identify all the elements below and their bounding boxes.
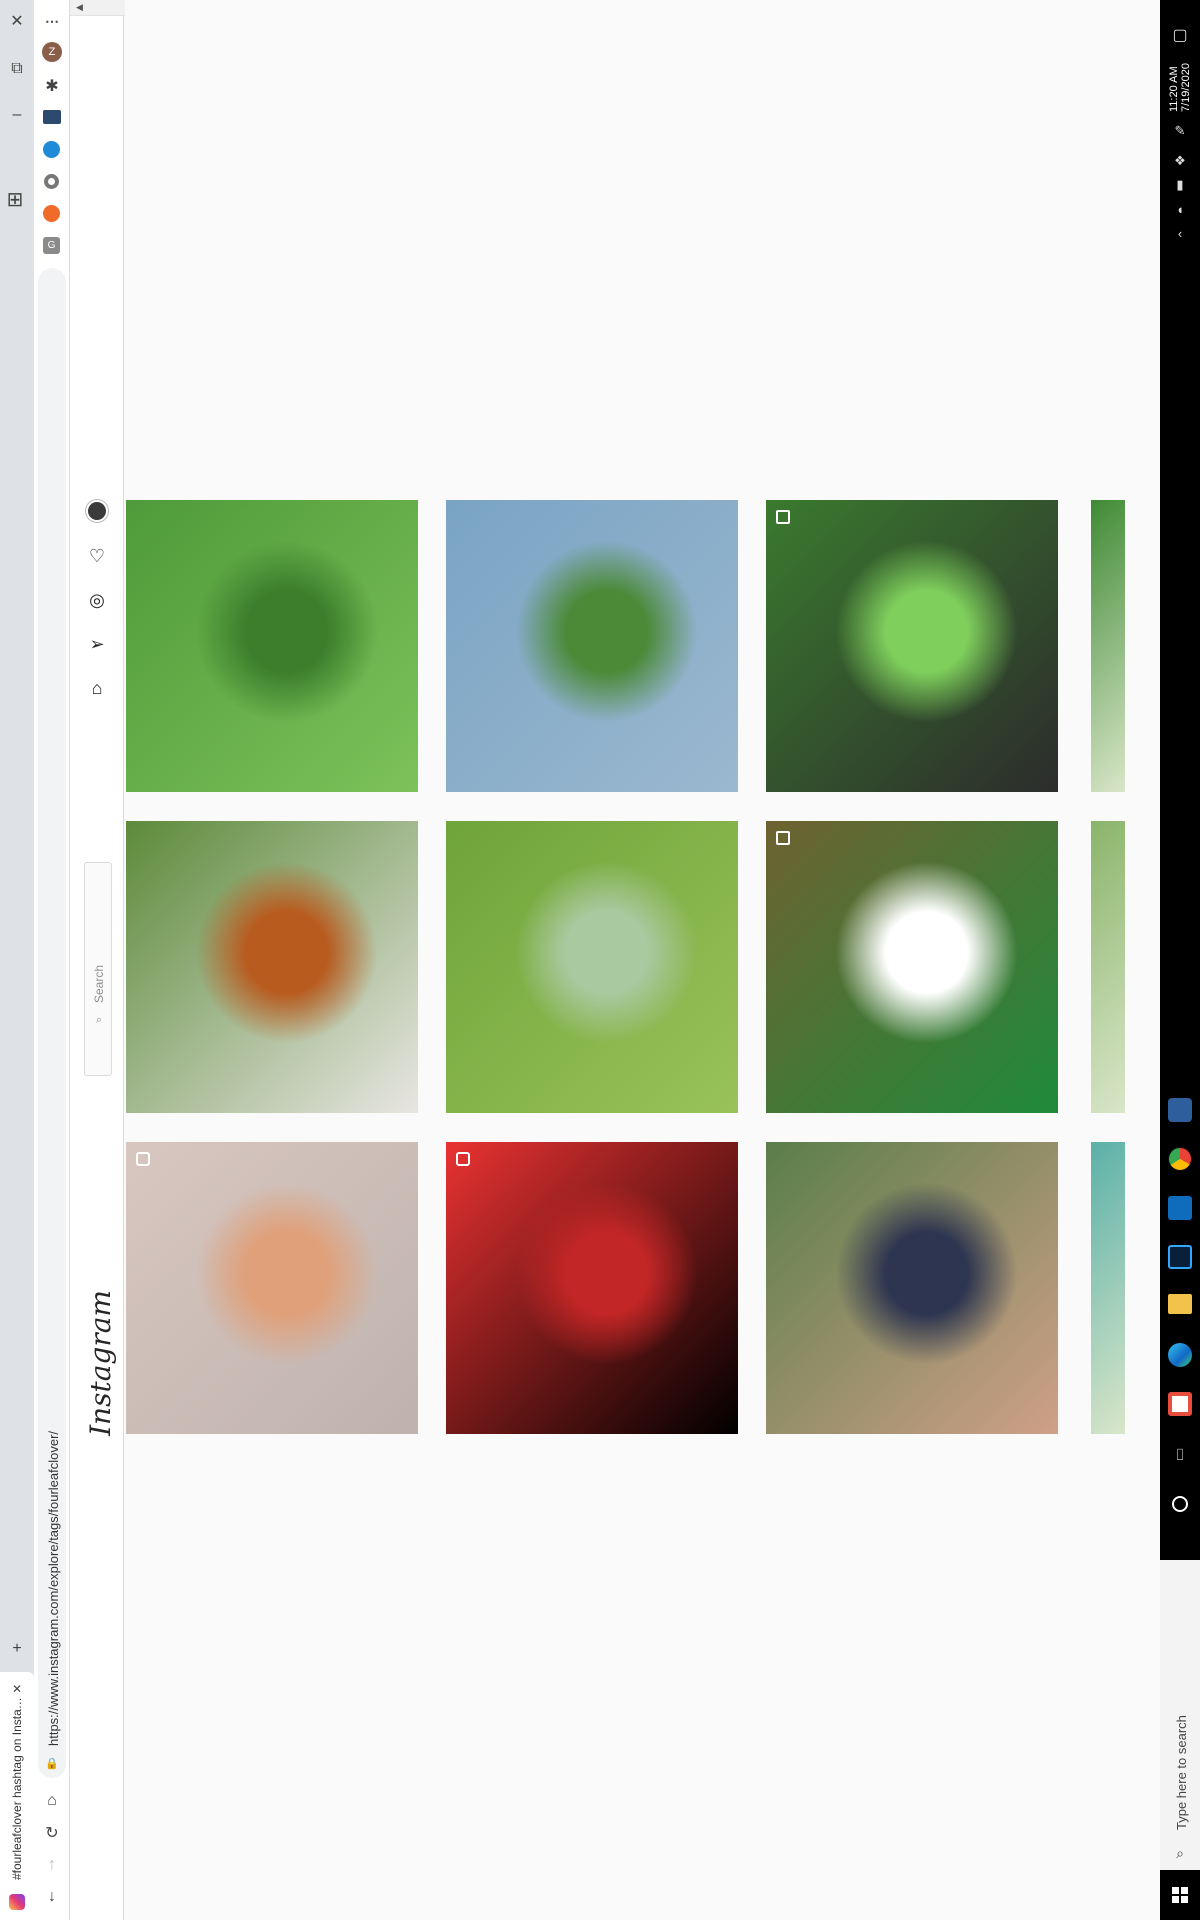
post-golf-clover[interactable] — [126, 821, 418, 1113]
extension-gray-circle-icon[interactable] — [44, 174, 59, 189]
hashtag-grid — [125, 0, 1160, 1920]
dropbox-icon[interactable]: ❖ — [1169, 150, 1191, 172]
taskbar-chrome-icon[interactable] — [1168, 1147, 1192, 1171]
clock-time[interactable]: 11:20 AM — [1168, 66, 1180, 112]
pen-icon[interactable]: ✎ — [1169, 120, 1191, 142]
new-tab-button[interactable]: + — [6, 1638, 28, 1660]
taskbar-photoshop-icon[interactable] — [1168, 1245, 1192, 1269]
taskbar-office-icon[interactable] — [1168, 1392, 1192, 1416]
start-button[interactable] — [1160, 1870, 1200, 1920]
instagram-favicon-icon — [9, 1894, 25, 1910]
close-window-icon[interactable]: ✕ — [6, 10, 28, 32]
volume-icon[interactable]: ◖ — [1169, 198, 1191, 220]
minimize-window-icon[interactable]: – — [6, 104, 28, 126]
video-badge-icon — [456, 1152, 470, 1166]
post-bracelets[interactable] — [126, 1142, 418, 1434]
post-clover-patch[interactable] — [766, 821, 1058, 1113]
extension-orange-icon[interactable] — [43, 205, 60, 222]
taskbar-search-icon: ⌕ — [1176, 1844, 1184, 1861]
post-grass-clover[interactable] — [446, 821, 738, 1113]
search-icon: ⌕ — [95, 1013, 103, 1026]
reload-icon[interactable]: ↻ — [41, 1822, 63, 1844]
post-partial[interactable] — [1091, 821, 1125, 1113]
search-placeholder: Search — [92, 964, 106, 1003]
extension-chart-icon[interactable] — [43, 110, 61, 124]
profile-avatar[interactable]: Z — [42, 42, 62, 62]
url-text: https://www.instagram.com/explore/tags/f… — [46, 1430, 61, 1746]
post-partial[interactable] — [1091, 500, 1125, 792]
restore-window-icon[interactable]: ⧉ — [6, 58, 28, 80]
extension-g-icon[interactable]: G — [43, 237, 60, 254]
battery-icon[interactable]: ▮ — [1169, 174, 1191, 196]
taskbar-edge-icon[interactable] — [1168, 1343, 1192, 1367]
extensions-puzzle-icon[interactable]: ✱ — [41, 75, 63, 97]
browser-toolbar: ⋯ Z ✱ G https://www.instagram.com/explor… — [34, 0, 70, 1920]
direct-message-icon[interactable]: ➢ — [86, 633, 108, 655]
clock-date[interactable]: 7/19/2020 — [1180, 63, 1192, 112]
taskbar-app-settings-icon[interactable] — [1168, 1098, 1192, 1122]
taskbar-outlook-icon[interactable] — [1168, 1196, 1192, 1220]
instagram-header: ♡ ◎ ➢ ⌂ Search ⌕ Instagram — [70, 0, 124, 1920]
post-boy-smiling[interactable] — [446, 500, 738, 792]
scroll-left-arrow[interactable]: ◀ — [76, 2, 83, 13]
post-dog-clover[interactable] — [766, 500, 1058, 792]
task-view-icon[interactable]: ⌷ — [1169, 1445, 1191, 1467]
notification-icon[interactable]: ▢ — [1169, 24, 1191, 46]
taskbar-search-placeholder: Type here to search — [1174, 1715, 1189, 1830]
taskbar-file-explorer-icon[interactable] — [1168, 1294, 1192, 1314]
video-badge-icon — [136, 1152, 150, 1166]
browser-tab-strip: ✕ ⧉ – ⊞ + ✕ #fourleafclover hashtag on I… — [0, 0, 34, 1920]
search-input[interactable]: Search ⌕ — [84, 862, 112, 1076]
nav-avatar[interactable] — [86, 500, 108, 522]
taskbar-search-box[interactable]: Type here to search ⌕ — [1160, 1560, 1200, 1870]
lock-icon: 🔒 — [45, 1757, 59, 1770]
instagram-logo[interactable]: Instagram — [84, 1290, 117, 1436]
windows-logo-icon — [1172, 1887, 1188, 1903]
post-clover-handful[interactable] — [126, 500, 418, 792]
tab-title: #fourleafclover hashtag on Insta… — [10, 1697, 24, 1880]
post-girl-clovers[interactable] — [766, 1142, 1058, 1434]
back-icon[interactable]: ↓ — [41, 1886, 63, 1908]
post-partial[interactable] — [1091, 1142, 1125, 1434]
address-bar[interactable]: https://www.instagram.com/explore/tags/f… — [38, 268, 66, 1778]
carousel-badge-icon — [776, 510, 790, 524]
forward-icon[interactable]: ↑ — [41, 1854, 63, 1876]
activity-heart-icon[interactable]: ♡ — [86, 545, 108, 567]
carousel-badge-icon — [776, 831, 790, 845]
tab-actions-icon[interactable]: ⊞ — [4, 188, 26, 211]
browser-menu-icon[interactable]: ⋯ — [41, 10, 63, 32]
windows-taskbar: ▢ 11:20 AM 7/19/2020 ✎ ❖ ▮ ◖ ‹ ⌷ Type he… — [1160, 0, 1200, 1920]
show-hidden-icons[interactable]: ‹ — [1169, 222, 1191, 244]
post-red-silhouette[interactable] — [446, 1142, 738, 1434]
extension-blue-icon[interactable] — [43, 141, 60, 158]
home-icon[interactable]: ⌂ — [41, 1790, 63, 1812]
cortana-icon[interactable] — [1172, 1496, 1188, 1512]
explore-compass-icon[interactable]: ◎ — [86, 589, 108, 611]
home-feed-icon[interactable]: ⌂ — [86, 677, 108, 699]
active-tab[interactable]: ✕ #fourleafclover hashtag on Insta… — [0, 1672, 34, 1920]
